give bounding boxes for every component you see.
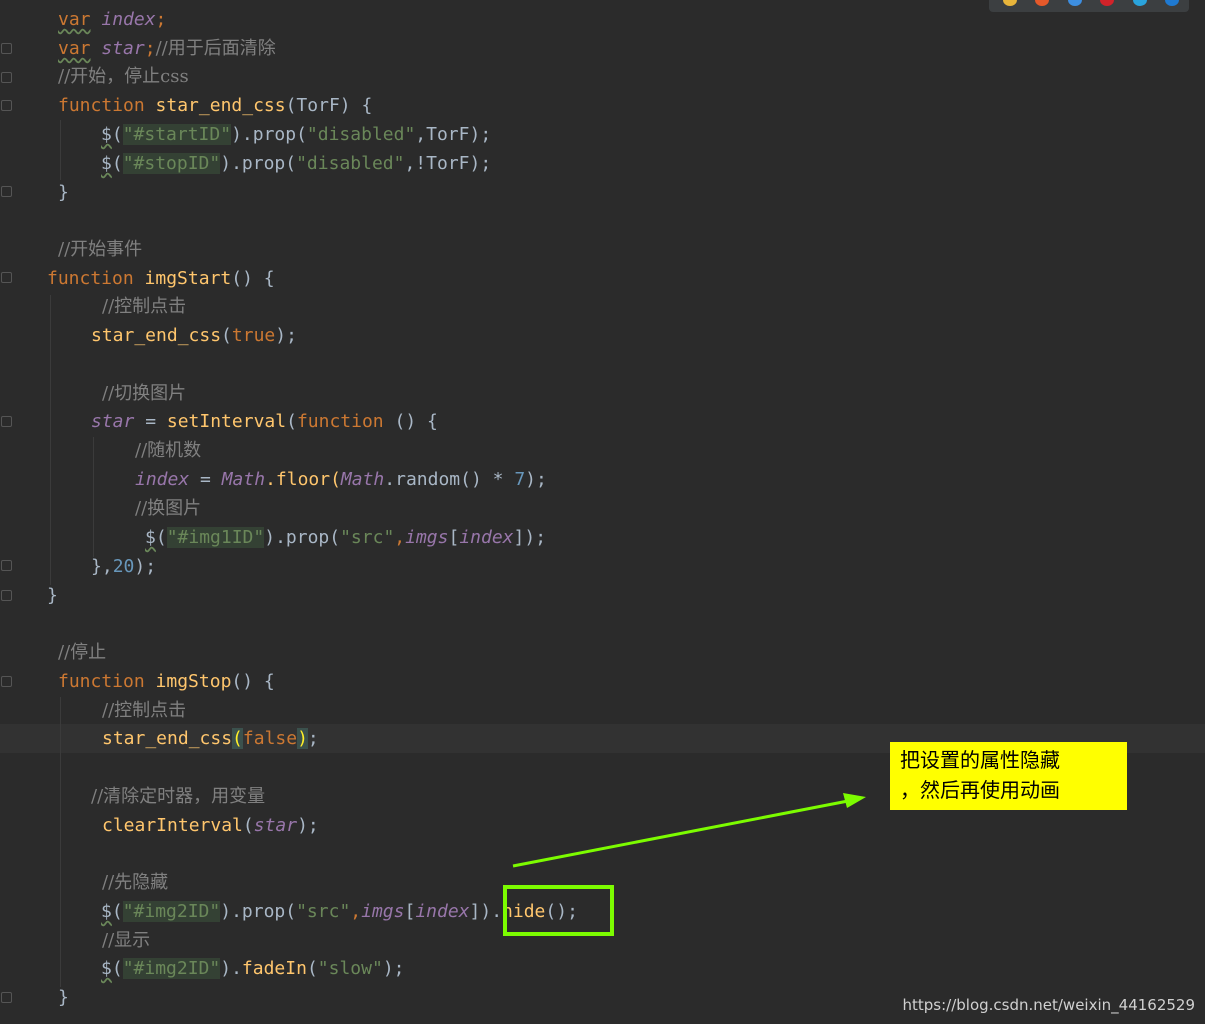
annotation-callout: 把设置的属性隐藏 ，然后再使用动画 bbox=[890, 742, 1127, 810]
watermark: https://blog.csdn.net/weixin_44162529 bbox=[902, 996, 1195, 1014]
callout-line: ，然后再使用动画 bbox=[900, 778, 1060, 802]
annotation-arrow bbox=[512, 793, 866, 868]
callout-line: 把设置的属性隐藏 bbox=[900, 748, 1060, 772]
highlight-box bbox=[503, 885, 614, 936]
